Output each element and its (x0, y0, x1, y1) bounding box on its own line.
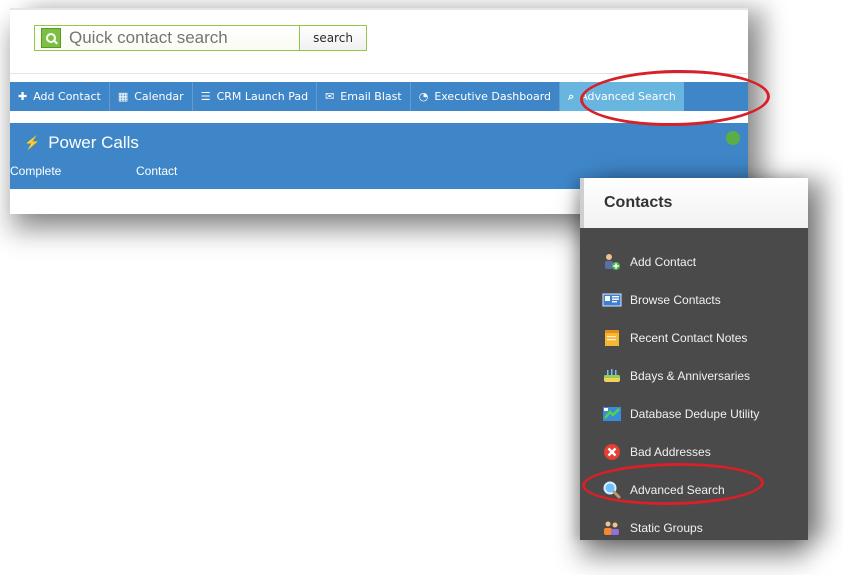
column-header-complete: Complete (10, 164, 62, 178)
bolt-icon: ⚡ (24, 135, 41, 150)
sidebar-item-label: Bad Addresses (630, 445, 711, 459)
nav-item-executive-dashboard[interactable]: ◔ Executive Dashboard (411, 82, 561, 111)
menu-lines-icon: ☰ (200, 90, 211, 103)
nav-item-add-contact[interactable]: ✚ Add Contact (10, 82, 110, 111)
sidebar-item-static-groups[interactable]: Static Groups (580, 514, 808, 540)
recent-notes-icon (602, 328, 622, 348)
nav-item-label: Calendar (134, 90, 184, 103)
nav-item-label: Add Contact (33, 90, 101, 103)
sidebar-item-bad-addresses[interactable]: Bad Addresses (580, 438, 808, 466)
browse-contacts-icon (602, 290, 622, 310)
top-panel: search ✚ Add Contact ▦ Calendar ☰ CRM La… (10, 8, 748, 202)
envelope-icon: ✉ (325, 90, 335, 103)
static-groups-icon (602, 518, 622, 538)
sidebar-item-label: Recent Contact Notes (630, 331, 748, 345)
cake-icon (602, 366, 622, 386)
quick-contact-search-input[interactable] (69, 26, 299, 50)
search-icon: ⌕ (568, 90, 575, 103)
status-dot-icon (726, 131, 740, 145)
sidebar-item-recent-contact-notes[interactable]: Recent Contact Notes (580, 324, 808, 352)
sidebar-item-browse-contacts[interactable]: Browse Contacts (580, 286, 808, 314)
screenshot-stage: search ✚ Add Contact ▦ Calendar ☰ CRM La… (0, 0, 843, 575)
calendar-icon: ▦ (117, 90, 129, 103)
nav-item-label: CRM Launch Pad (216, 90, 309, 103)
contacts-sidebar: Contacts Add Contact Browse Contacts Rec… (580, 178, 808, 540)
sidebar-item-advanced-search[interactable]: Advanced Search (580, 476, 808, 504)
gauge-icon: ◔ (418, 90, 429, 103)
nav-item-email-blast[interactable]: ✉ Email Blast (317, 82, 411, 111)
quick-search-box[interactable] (34, 25, 300, 51)
dedupe-icon (602, 404, 622, 424)
sidebar-item-label: Browse Contacts (630, 293, 721, 307)
sidebar-item-add-contact[interactable]: Add Contact (580, 248, 808, 276)
add-contact-icon (602, 252, 622, 272)
top-navigation-bar: ✚ Add Contact ▦ Calendar ☰ CRM Launch Pa… (10, 82, 748, 111)
sidebar-item-label: Bdays & Anniversaries (630, 369, 751, 383)
search-button[interactable]: search (300, 25, 367, 51)
plus-icon: ✚ (18, 90, 28, 103)
sidebar-item-label: Database Dedupe Utility (630, 407, 760, 421)
nav-item-advanced-search[interactable]: ⌕ Advanced Search (560, 82, 684, 111)
search-icon (41, 28, 61, 48)
sidebar-item-bdays-anniversaries[interactable]: Bdays & Anniversaries (580, 362, 808, 390)
divider-line (10, 73, 748, 74)
nav-item-label: Advanced Search (580, 90, 676, 103)
nav-item-calendar[interactable]: ▦ Calendar (110, 82, 193, 111)
sidebar-divider (580, 228, 808, 236)
nav-item-crm-launch-pad[interactable]: ☰ CRM Launch Pad (193, 82, 318, 111)
power-calls-title: ⚡ Power Calls (24, 133, 139, 153)
nav-item-label: Email Blast (340, 90, 402, 103)
sidebar-item-database-dedupe-utility[interactable]: Database Dedupe Utility (580, 400, 808, 428)
sidebar-item-label: Advanced Search (630, 483, 725, 497)
column-header-contact: Contact (136, 164, 178, 178)
power-calls-title-text: Power Calls (48, 133, 139, 152)
sidebar-item-label: Static Groups (630, 521, 703, 535)
advanced-search-icon (602, 480, 622, 500)
sidebar-header: Contacts (580, 178, 808, 228)
nav-item-label: Executive Dashboard (434, 90, 552, 103)
bad-addresses-icon (602, 442, 622, 462)
sidebar-item-label: Add Contact (630, 255, 697, 269)
